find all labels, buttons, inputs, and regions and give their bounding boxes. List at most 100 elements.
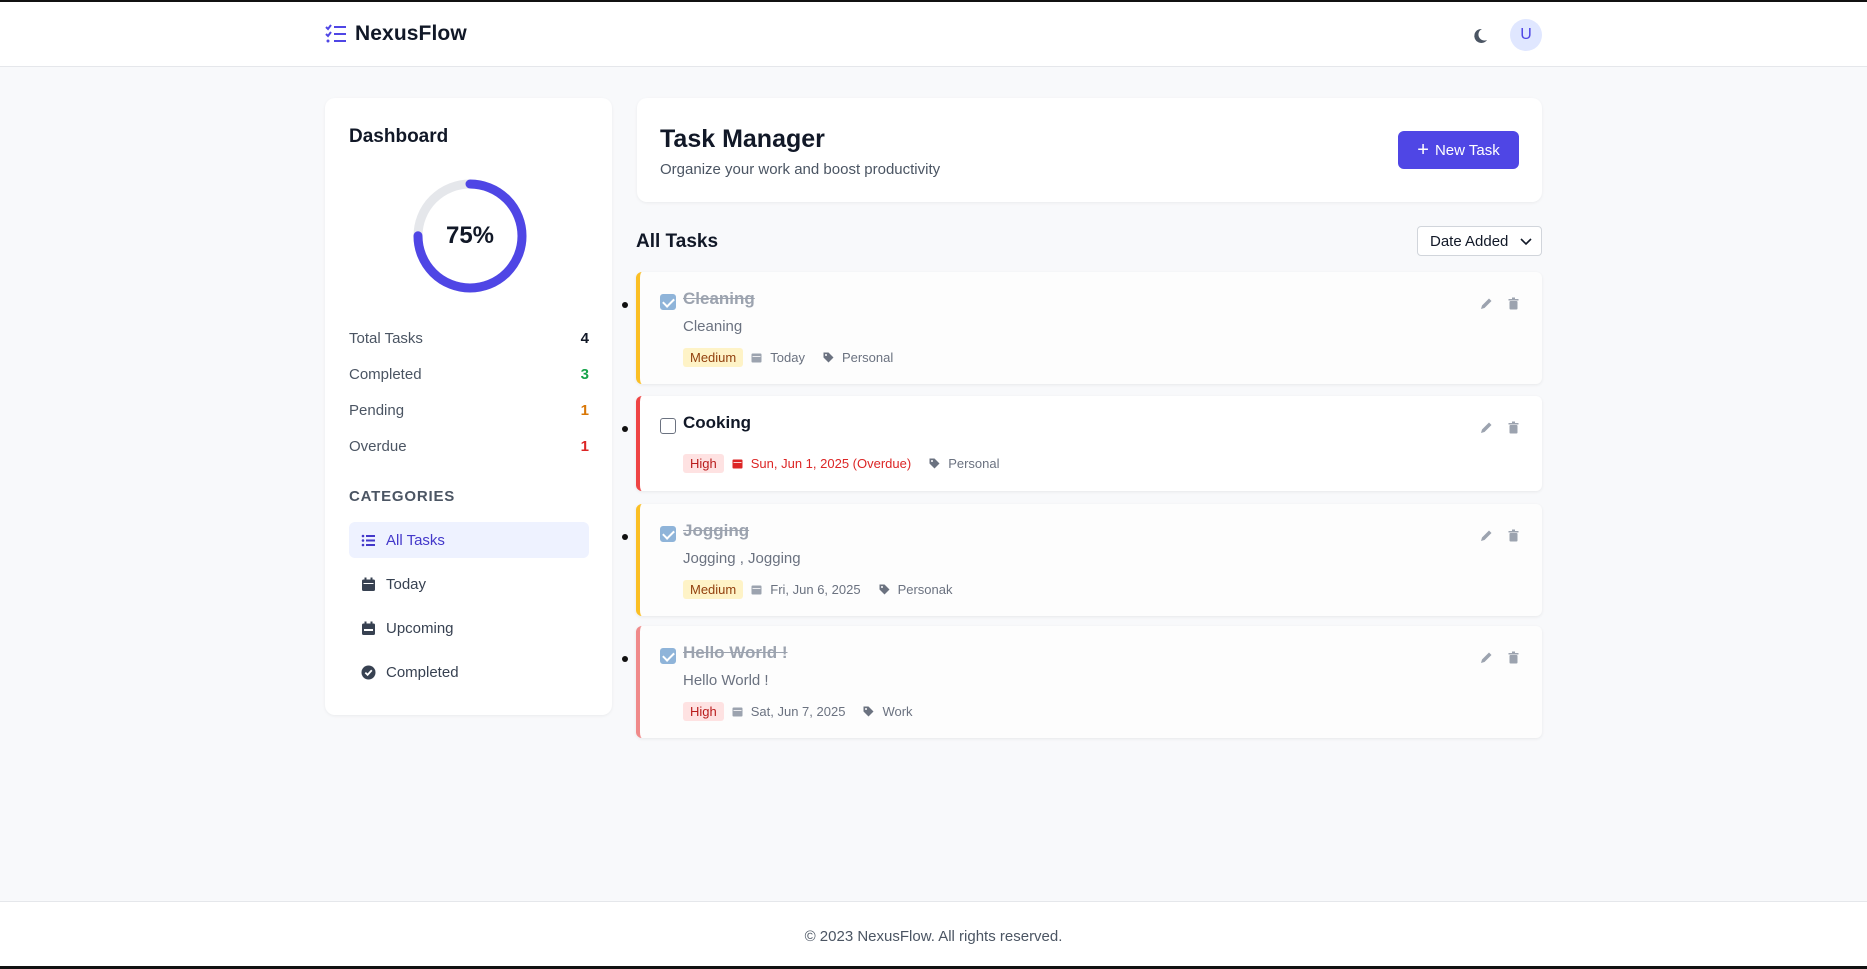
stat-pending: Pending 1 (349, 402, 589, 419)
category-upcoming[interactable]: Upcoming (349, 610, 589, 646)
edit-pencil-icon[interactable] (1480, 529, 1493, 542)
task-title: Cooking (683, 413, 751, 432)
category-all-tasks[interactable]: All Tasks (349, 522, 589, 558)
stat-completed: Completed 3 (349, 366, 589, 383)
task-meta: High Sun, Jun 1, 2025 (Overdue) Personal (683, 454, 1000, 473)
page-subtitle: Organize your work and boost productivit… (660, 161, 941, 178)
sidebar-title: Dashboard (349, 126, 449, 147)
new-task-label: New Task (1434, 141, 1500, 159)
stat-label: Overdue (349, 438, 407, 455)
stat-total-tasks: Total Tasks 4 (349, 330, 589, 347)
calendar-icon (732, 459, 743, 469)
new-task-button[interactable]: + New Task (1398, 131, 1519, 169)
task-list-title: All Tasks (636, 231, 719, 252)
category-label: Completed (386, 663, 459, 681)
task-category: Personal (948, 456, 1000, 471)
task-actions (1480, 421, 1520, 434)
task-actions (1480, 529, 1520, 542)
progress-percent: 75% (445, 222, 495, 249)
task-card: Cooking High Sun, Jun 1, 2025 (Overdue) … (636, 396, 1542, 491)
stat-value: 4 (580, 330, 589, 347)
category-label: Today (386, 575, 427, 593)
task-actions (1480, 297, 1520, 310)
task-meta: Medium Fri, Jun 6, 2025 Personak (683, 580, 953, 599)
task-card: Cleaning Cleaning Medium Today Personal (636, 272, 1542, 384)
tag-icon (823, 352, 834, 363)
priority-badge: Medium (683, 580, 744, 599)
priority-badge: Medium (683, 348, 744, 367)
edit-pencil-icon[interactable] (1480, 297, 1493, 310)
trash-icon[interactable] (1507, 529, 1520, 542)
footer-copyright: © 2023 NexusFlow. All rights reserved. (804, 928, 1063, 945)
check-circle-icon (361, 665, 376, 679)
priority-badge: High (683, 702, 724, 721)
calendar-icon (751, 353, 762, 363)
sort-selected-value: Date Added (1430, 232, 1509, 250)
trash-icon[interactable] (1507, 421, 1520, 434)
trash-icon[interactable] (1507, 297, 1520, 310)
task-description: Hello World ! (683, 672, 769, 689)
task-card: Jogging Jogging , Jogging Medium Fri, Ju… (636, 504, 1542, 616)
list-bullet (622, 426, 628, 432)
category-today[interactable]: Today (349, 566, 589, 602)
app-header: NexusFlow U (0, 2, 1867, 67)
brand[interactable]: NexusFlow (325, 22, 467, 46)
stat-value: 1 (580, 402, 589, 419)
main-header-card: Task Manager Organize your work and boos… (637, 98, 1542, 202)
dashboard-sidebar: Dashboard 75% Total Tasks 4 Completed 3 … (325, 98, 612, 715)
task-description: Cleaning (683, 318, 743, 335)
brand-name: NexusFlow (355, 22, 467, 45)
app-footer: © 2023 NexusFlow. All rights reserved. (0, 901, 1867, 966)
trash-icon[interactable] (1507, 651, 1520, 664)
task-title: Hello World ! (683, 643, 788, 662)
stat-label: Total Tasks (349, 330, 423, 347)
list-bullet (622, 302, 628, 308)
task-title: Cleaning (683, 289, 755, 308)
task-actions (1480, 651, 1520, 664)
task-title: Jogging (683, 521, 750, 540)
priority-badge: High (683, 454, 724, 473)
plus-icon: + (1417, 139, 1429, 161)
category-label: Upcoming (386, 619, 454, 637)
task-category: Work (882, 704, 913, 719)
avatar[interactable]: U (1510, 19, 1542, 51)
edit-pencil-icon[interactable] (1480, 651, 1493, 664)
due-date: Sat, Jun 7, 2025 (750, 704, 846, 719)
list-icon (361, 534, 375, 546)
list-bullet (622, 534, 628, 540)
task-checkbox[interactable] (660, 648, 676, 664)
task-meta: High Sat, Jun 7, 2025 Work (683, 702, 913, 721)
task-checkbox[interactable] (660, 294, 676, 310)
list-bullet (622, 656, 628, 662)
sort-select[interactable]: Date Added (1417, 226, 1542, 256)
stat-overdue: Overdue 1 (349, 438, 589, 455)
tag-icon (879, 584, 890, 595)
stat-label: Completed (349, 366, 422, 383)
stat-label: Pending (349, 402, 405, 419)
category-completed[interactable]: Completed (349, 654, 589, 690)
due-date: Today (770, 350, 805, 365)
calendar-icon (751, 585, 762, 595)
tag-icon (863, 706, 874, 717)
chevron-down-icon (1520, 238, 1532, 246)
moon-icon[interactable] (1470, 26, 1490, 46)
due-date: Fri, Jun 6, 2025 (770, 582, 861, 597)
task-meta: Medium Today Personal (683, 348, 893, 367)
calendar-day-icon (362, 577, 375, 591)
task-checkbox[interactable] (660, 526, 676, 542)
task-category: Personal (841, 350, 894, 365)
calendar-week-icon (362, 621, 375, 635)
stat-value: 1 (580, 438, 589, 455)
due-date-overdue: Sun, Jun 1, 2025 (Overdue) (750, 456, 912, 471)
edit-pencil-icon[interactable] (1480, 421, 1493, 434)
task-description: Jogging , Jogging (683, 550, 801, 567)
categories-heading: CATEGORIES (349, 488, 456, 505)
page-title: Task Manager (660, 125, 825, 153)
tasks-logo-icon (325, 24, 346, 43)
task-category: Personak (897, 582, 953, 597)
tag-icon (929, 458, 940, 469)
task-checkbox[interactable] (660, 418, 676, 434)
category-label: All Tasks (386, 531, 445, 549)
calendar-icon (732, 707, 743, 717)
stat-value: 3 (580, 366, 589, 383)
